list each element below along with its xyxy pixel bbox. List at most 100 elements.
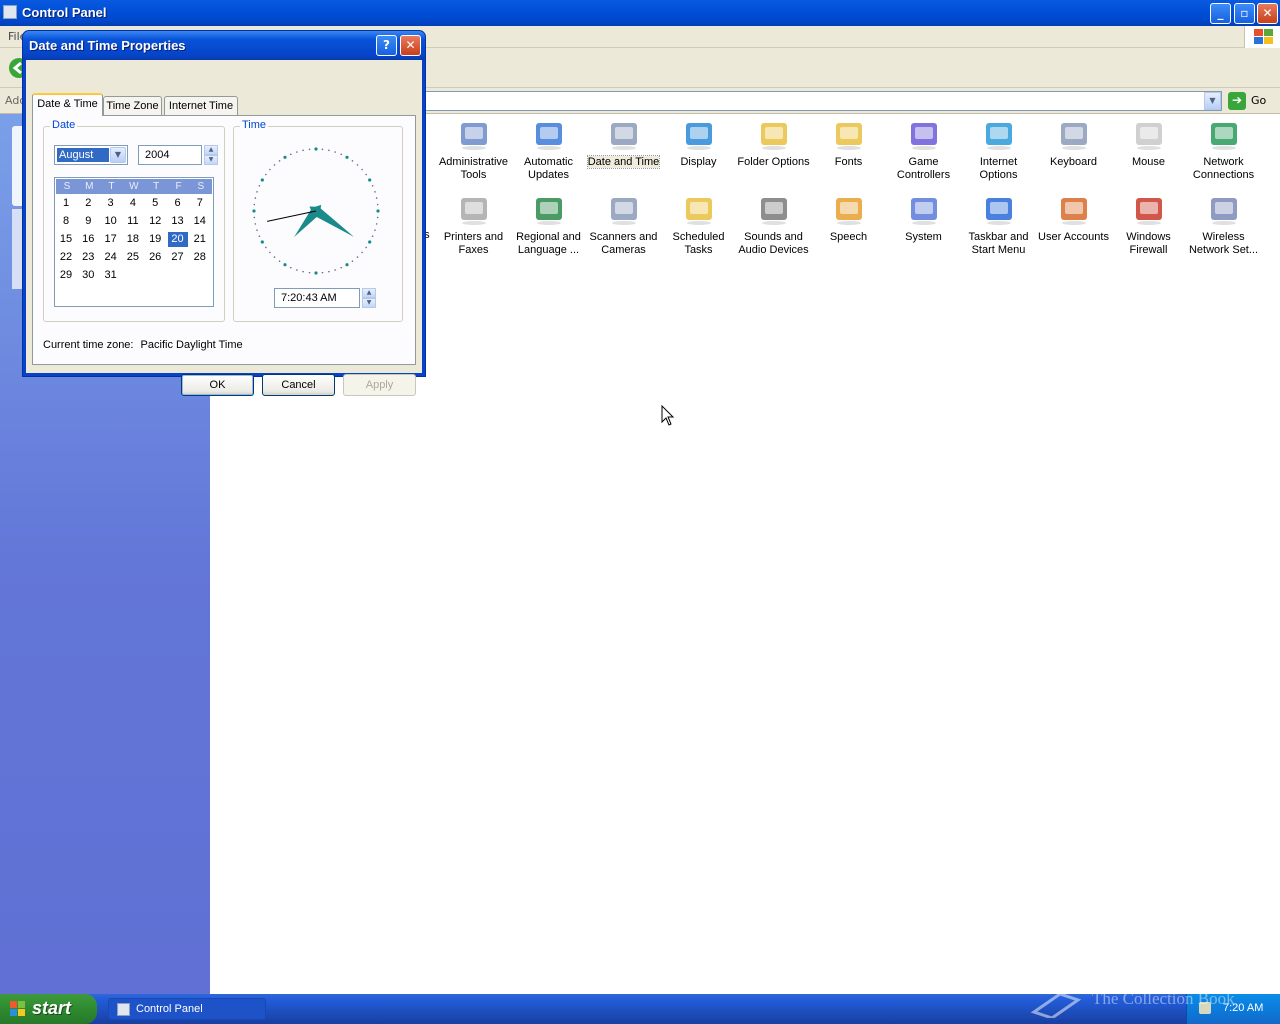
cp-item[interactable]: User Accounts — [1036, 191, 1111, 244]
user-accounts-icon — [1056, 191, 1092, 227]
main-window-titlebar[interactable]: Control Panel _ ▫ ✕ — [0, 0, 1280, 26]
cp-item-label: Administrative Tools — [438, 156, 509, 181]
calendar-day[interactable]: 11 — [123, 214, 143, 229]
calendar-day[interactable]: 14 — [190, 214, 210, 229]
calendar-day[interactable]: 25 — [123, 250, 143, 265]
restore-button[interactable]: ▫ — [1234, 3, 1255, 24]
chevron-down-icon[interactable]: ▼ — [110, 147, 126, 163]
calendar-day[interactable]: 15 — [56, 232, 76, 247]
cp-item[interactable]: Display — [661, 116, 736, 169]
calendar-day[interactable]: 18 — [123, 232, 143, 247]
dialog-titlebar[interactable]: Date and Time Properties ? ✕ — [23, 31, 425, 60]
clock-tick — [351, 260, 354, 262]
cp-item[interactable]: Game Controllers — [886, 116, 961, 182]
calendar-day[interactable]: 12 — [145, 214, 165, 229]
month-calendar[interactable]: SMTWTFS 1 2 3 4 5 6 7 8 9 10 11 12 13 14 15 16 17 18 19 20 2… — [54, 177, 214, 307]
address-dropdown-button[interactable]: ▼ — [1204, 92, 1221, 110]
calendar-day[interactable]: 13 — [168, 214, 188, 229]
cp-item[interactable]: Regional and Language ... — [511, 191, 586, 257]
calendar-day[interactable]: 9 — [78, 214, 98, 229]
time-down-button[interactable]: ▼ — [362, 298, 376, 308]
cp-item-label: Printers and Faxes — [443, 231, 504, 256]
time-input[interactable]: 7:20:43 AM — [274, 288, 360, 308]
cp-item[interactable]: Administrative Tools — [436, 116, 511, 182]
clock-tick — [256, 191, 258, 193]
tab-time-zone[interactable]: Time Zone — [103, 96, 162, 116]
year-field[interactable]: 2004 — [138, 145, 202, 165]
calendar-day[interactable]: 27 — [168, 250, 188, 265]
calendar-day[interactable]: 31 — [101, 268, 121, 283]
cp-item[interactable]: Network Connections — [1186, 116, 1261, 182]
cp-item[interactable]: Date and Time — [586, 116, 661, 169]
start-button[interactable]: start — [0, 994, 97, 1024]
clock-tick — [258, 235, 261, 238]
cp-item[interactable]: Folder Options — [736, 116, 811, 169]
time-up-button[interactable]: ▲ — [362, 288, 376, 298]
tab-internet-time[interactable]: Internet Time — [164, 96, 238, 116]
calendar-day[interactable]: 24 — [101, 250, 121, 265]
calendar-day[interactable]: 22 — [56, 250, 76, 265]
cp-item-label: System — [905, 231, 942, 243]
go-arrow-icon: ➔ — [1228, 92, 1246, 110]
cp-item[interactable]: Keyboard — [1036, 116, 1111, 169]
cp-item[interactable]: System — [886, 191, 961, 244]
help-button[interactable]: ? — [376, 35, 397, 56]
calendar-day[interactable]: 1 — [56, 196, 76, 211]
clock-tick — [273, 164, 276, 166]
year-up-button[interactable]: ▲ — [204, 145, 218, 155]
sounds-icon — [756, 191, 792, 227]
cp-item[interactable]: Mouse — [1111, 116, 1186, 169]
calendar-day[interactable]: 8 — [56, 214, 76, 229]
calendar-day[interactable]: 23 — [78, 250, 98, 265]
speech-icon — [831, 191, 867, 227]
calendar-day[interactable]: 6 — [168, 196, 188, 211]
cp-item[interactable]: Wireless Network Set... — [1186, 191, 1261, 257]
calendar-day[interactable]: 4 — [123, 196, 143, 211]
calendar-day[interactable]: 26 — [145, 250, 165, 265]
taskbar-item-control-panel[interactable]: Control Panel — [108, 998, 266, 1020]
wireless-icon — [1206, 191, 1242, 227]
calendar-day[interactable]: 5 — [145, 196, 165, 211]
cp-item[interactable]: Taskbar and Start Menu — [961, 191, 1036, 257]
cp-item[interactable]: Windows Firewall — [1111, 191, 1186, 257]
month-select[interactable]: August ▼ — [54, 145, 128, 165]
calendar-day[interactable]: 28 — [190, 250, 210, 265]
calendar-day[interactable]: 10 — [101, 214, 121, 229]
display-icon — [681, 116, 717, 152]
calendar-day[interactable]: 30 — [78, 268, 98, 283]
clock-tick — [371, 184, 374, 187]
clock-tick — [256, 229, 258, 231]
clock-tick — [376, 203, 379, 206]
calendar-day[interactable]: 20 — [166, 231, 189, 248]
cp-item[interactable]: Internet Options — [961, 116, 1036, 182]
apply-button[interactable]: Apply — [343, 374, 416, 396]
clock-tick — [328, 149, 330, 152]
clock-tick — [345, 263, 349, 267]
cancel-button[interactable]: Cancel — [262, 374, 335, 396]
cp-item[interactable]: Printers and Faxes — [436, 191, 511, 257]
ok-button[interactable]: OK — [181, 374, 254, 396]
calendar-day[interactable]: 19 — [145, 232, 165, 247]
calendar-day[interactable]: 7 — [190, 196, 210, 211]
go-button[interactable]: ➔ Go — [1228, 91, 1278, 111]
calendar-day[interactable]: 3 — [101, 196, 121, 211]
cp-item[interactable]: Scheduled Tasks — [661, 191, 736, 257]
clock-tick — [375, 197, 378, 199]
year-down-button[interactable]: ▼ — [204, 155, 218, 165]
cp-item[interactable]: Fonts — [811, 116, 886, 169]
calendar-day[interactable]: 2 — [78, 196, 98, 211]
dialog-close-button[interactable]: ✕ — [400, 35, 421, 56]
cp-item[interactable]: Automatic Updates — [511, 116, 586, 182]
cp-item[interactable]: Sounds and Audio Devices — [736, 191, 811, 257]
calendar-day[interactable]: 29 — [56, 268, 76, 283]
calendar-day[interactable]: 21 — [190, 232, 210, 247]
tab-date-time[interactable]: Date & Time — [32, 93, 103, 116]
close-button[interactable]: ✕ — [1257, 3, 1278, 24]
calendar-day[interactable]: 16 — [78, 232, 98, 247]
calendar-day[interactable]: 17 — [101, 232, 121, 247]
cp-item[interactable]: Speech — [811, 191, 886, 244]
cp-item-label: Folder Options — [737, 156, 810, 168]
cp-item[interactable]: Scanners and Cameras — [586, 191, 661, 257]
minimize-button[interactable]: _ — [1210, 3, 1231, 24]
address-input[interactable] — [424, 91, 1222, 111]
